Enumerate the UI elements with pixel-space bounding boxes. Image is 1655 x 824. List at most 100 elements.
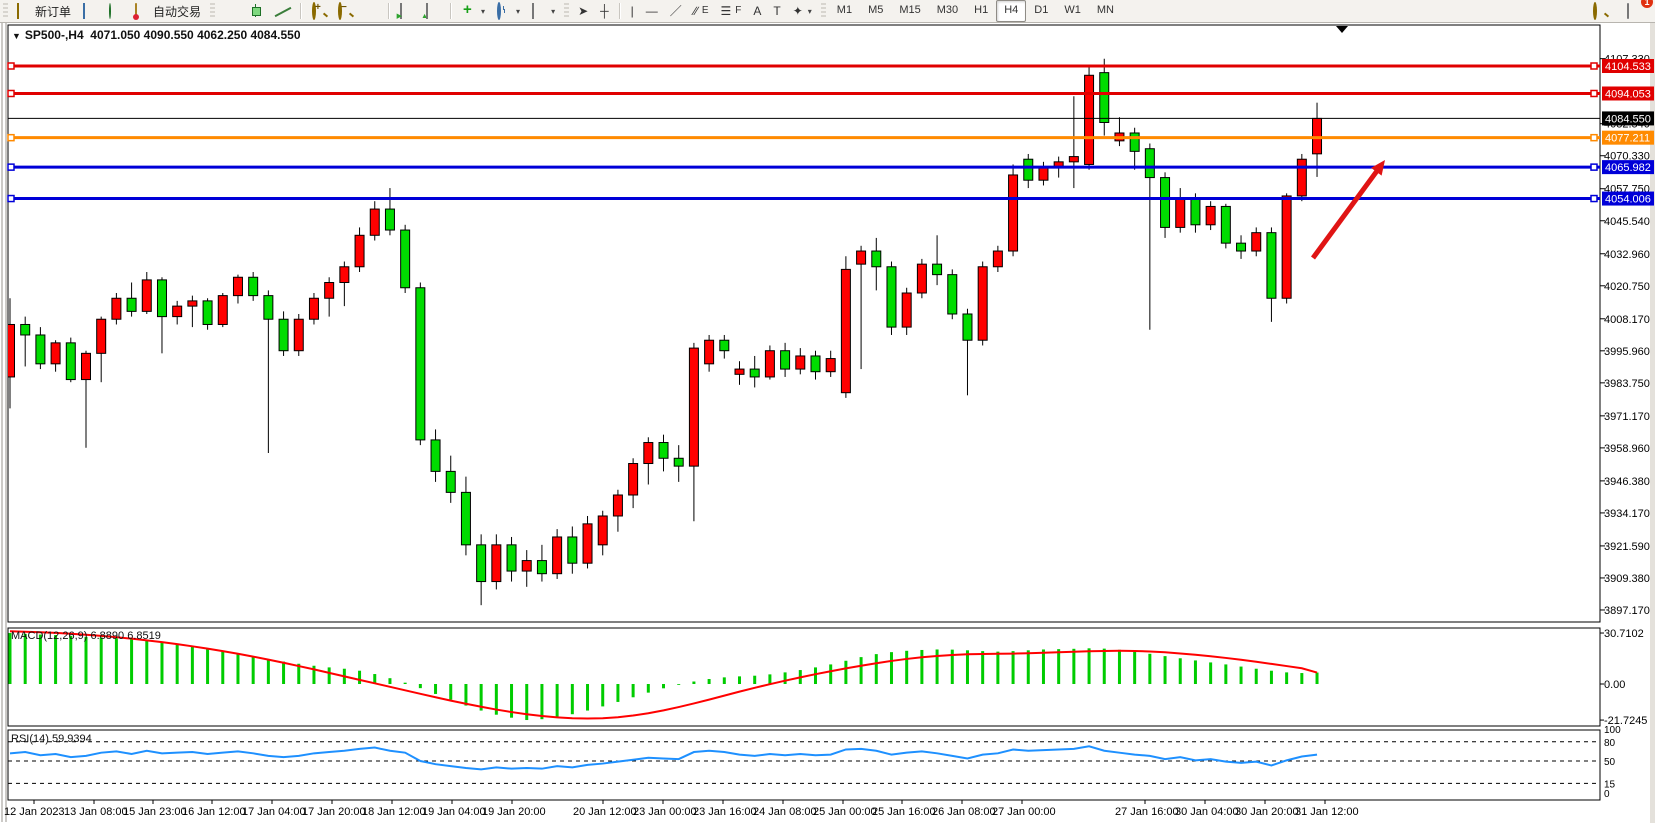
horizontal-line-icon: — <box>646 4 658 18</box>
svg-text:23 Jan 16:00: 23 Jan 16:00 <box>693 806 757 818</box>
svg-text:4077.211: 4077.211 <box>1605 133 1650 145</box>
tile-windows-button[interactable] <box>358 0 384 22</box>
line-chart-mode-button[interactable] <box>270 0 296 22</box>
svg-text:20 Jan 12:00: 20 Jan 12:00 <box>573 806 637 818</box>
auto-scroll-button[interactable] <box>394 0 420 22</box>
channel-icon: ∕∕ <box>694 4 698 18</box>
svg-text:4054.006: 4054.006 <box>1605 194 1651 206</box>
signals-button[interactable] <box>103 0 129 22</box>
timeframe-h4-button[interactable]: H4 <box>996 0 1026 22</box>
bar-chart-icon <box>224 4 238 18</box>
svg-text:4032.960: 4032.960 <box>1604 249 1650 261</box>
svg-text:3921.590: 3921.590 <box>1604 541 1650 553</box>
svg-text:17 Jan 04:00: 17 Jan 04:00 <box>242 806 306 818</box>
chart-title: ▼ SP500-,H4 4071.050 4090.550 4062.250 40… <box>12 28 301 42</box>
svg-text:4084.550: 4084.550 <box>1605 113 1651 125</box>
timeframe-w1-button[interactable]: W1 <box>1056 0 1089 22</box>
new-order-button[interactable]: 新订单 <box>11 0 77 22</box>
text-tool-button[interactable]: A <box>747 0 767 22</box>
bar-chart-mode-button[interactable] <box>218 0 244 22</box>
svg-text:19 Jan 04:00: 19 Jan 04:00 <box>422 806 486 818</box>
timeframe-h1-button[interactable]: H1 <box>966 0 996 22</box>
macd-indicator-label: MACD(12,26,9) 6.8890 6.8519 <box>11 630 161 642</box>
terminal-icon <box>83 4 97 18</box>
indicators-button[interactable]: ▾ <box>456 0 491 22</box>
svg-text:25 Jan 00:00: 25 Jan 00:00 <box>813 806 877 818</box>
autotrading-button[interactable]: 自动交易 <box>129 0 207 22</box>
svg-text:13 Jan 08:00: 13 Jan 08:00 <box>64 806 128 818</box>
channel-tool-button[interactable]: ∕∕ E <box>688 0 715 22</box>
crosshair-tool-button[interactable]: ┼ <box>594 0 615 22</box>
svg-text:4020.750: 4020.750 <box>1604 281 1650 293</box>
chat-button[interactable]: 1 <box>1621 0 1647 22</box>
zoom-out-button[interactable]: − <box>332 0 358 22</box>
shapes-tool-button[interactable]: ✦▾ <box>787 0 818 22</box>
channel-letter: E <box>702 4 709 18</box>
chart-svg: 4107.3304082.5404070.3304057.7504045.540… <box>0 22 1655 824</box>
add-indicator-icon <box>462 4 476 18</box>
rsi-indicator-label: RSI(14) 59.9394 <box>11 733 92 745</box>
svg-text:3897.170: 3897.170 <box>1604 605 1650 617</box>
svg-text:3909.380: 3909.380 <box>1604 573 1650 585</box>
svg-text:12 Jan 2023: 12 Jan 2023 <box>4 806 65 818</box>
main-toolbar: 新订单 自动交易 + − ▾ ▾ ▾ ➤ ┼ | — ／ ∕∕ E <box>0 0 1655 23</box>
new-order-label: 新订单 <box>35 3 71 20</box>
fibonacci-tool-button[interactable]: ☰F <box>714 0 747 22</box>
svg-text:4008.170: 4008.170 <box>1604 314 1650 326</box>
timeframe-group: M1M5M15M30H1H4D1W1MN <box>829 0 1122 22</box>
notification-badge: 1 <box>1641 0 1653 8</box>
vertical-line-icon: | <box>631 4 634 18</box>
svg-text:3934.170: 3934.170 <box>1604 508 1650 520</box>
svg-text:0: 0 <box>1604 789 1610 800</box>
timeframe-m15-button[interactable]: M15 <box>891 0 928 22</box>
svg-text:17 Jan 20:00: 17 Jan 20:00 <box>302 806 366 818</box>
timeframe-d1-button[interactable]: D1 <box>1026 0 1056 22</box>
auto-scroll-icon <box>400 4 414 18</box>
svg-text:27 Jan 16:00: 27 Jan 16:00 <box>1115 806 1179 818</box>
svg-text:30 Jan 20:00: 30 Jan 20:00 <box>1235 806 1299 818</box>
search-button[interactable] <box>1587 0 1613 22</box>
fibo-letter: F <box>735 4 741 18</box>
svg-text:26 Jan 08:00: 26 Jan 08:00 <box>932 806 996 818</box>
zoom-in-button[interactable]: + <box>306 0 332 22</box>
template-icon <box>532 4 546 18</box>
svg-text:4104.533: 4104.533 <box>1605 61 1651 73</box>
toolbar-grip[interactable] <box>3 3 8 19</box>
horizontal-line-tool-button[interactable]: — <box>640 0 664 22</box>
svg-text:15 Jan 23:00: 15 Jan 23:00 <box>123 806 187 818</box>
svg-text:19 Jan 20:00: 19 Jan 20:00 <box>482 806 546 818</box>
chart-area[interactable]: ▼ SP500-,H4 4071.050 4090.550 4062.250 40… <box>0 22 1655 824</box>
svg-text:3995.960: 3995.960 <box>1604 346 1650 358</box>
trendline-tool-button[interactable]: ／ <box>664 0 688 22</box>
timeframe-m5-button[interactable]: M5 <box>860 0 891 22</box>
templates-button[interactable]: ▾ <box>526 0 561 22</box>
svg-text:3971.170: 3971.170 <box>1604 411 1650 423</box>
periods-button[interactable]: ▾ <box>491 0 526 22</box>
svg-text:24 Jan 08:00: 24 Jan 08:00 <box>753 806 817 818</box>
vertical-line-tool-button[interactable]: | <box>625 0 640 22</box>
clock-icon <box>497 4 511 18</box>
svg-text:16 Jan 12:00: 16 Jan 12:00 <box>182 806 246 818</box>
zoom-in-icon: + <box>312 4 326 18</box>
chart-symbol-period: SP500-,H4 <box>25 28 84 42</box>
svg-text:25 Jan 16:00: 25 Jan 16:00 <box>872 806 936 818</box>
candlestick-icon <box>250 4 264 18</box>
terminal-window-button[interactable] <box>77 0 103 22</box>
svg-text:4094.053: 4094.053 <box>1605 88 1651 100</box>
svg-text:30 Jan 04:00: 30 Jan 04:00 <box>1175 806 1239 818</box>
timeframe-mn-button[interactable]: MN <box>1089 0 1122 22</box>
fibonacci-icon: ☰ <box>720 4 731 18</box>
timeframe-m30-button[interactable]: M30 <box>929 0 966 22</box>
svg-text:4065.982: 4065.982 <box>1605 162 1651 174</box>
label-tool-button[interactable]: T <box>767 0 786 22</box>
svg-text:18 Jan 12:00: 18 Jan 12:00 <box>362 806 426 818</box>
cursor-tool-button[interactable]: ➤ <box>572 0 594 22</box>
new-order-icon <box>17 4 31 18</box>
candlestick-mode-button[interactable] <box>244 0 270 22</box>
chart-shift-button[interactable] <box>420 0 446 22</box>
timeframe-m1-button[interactable]: M1 <box>829 0 860 22</box>
chart-title-caret-icon: ▼ <box>12 31 21 41</box>
svg-text:0.00: 0.00 <box>1604 679 1625 691</box>
autotrading-icon <box>135 4 149 18</box>
chart-ohlc-values: 4071.050 4090.550 4062.250 4084.550 <box>90 28 300 42</box>
